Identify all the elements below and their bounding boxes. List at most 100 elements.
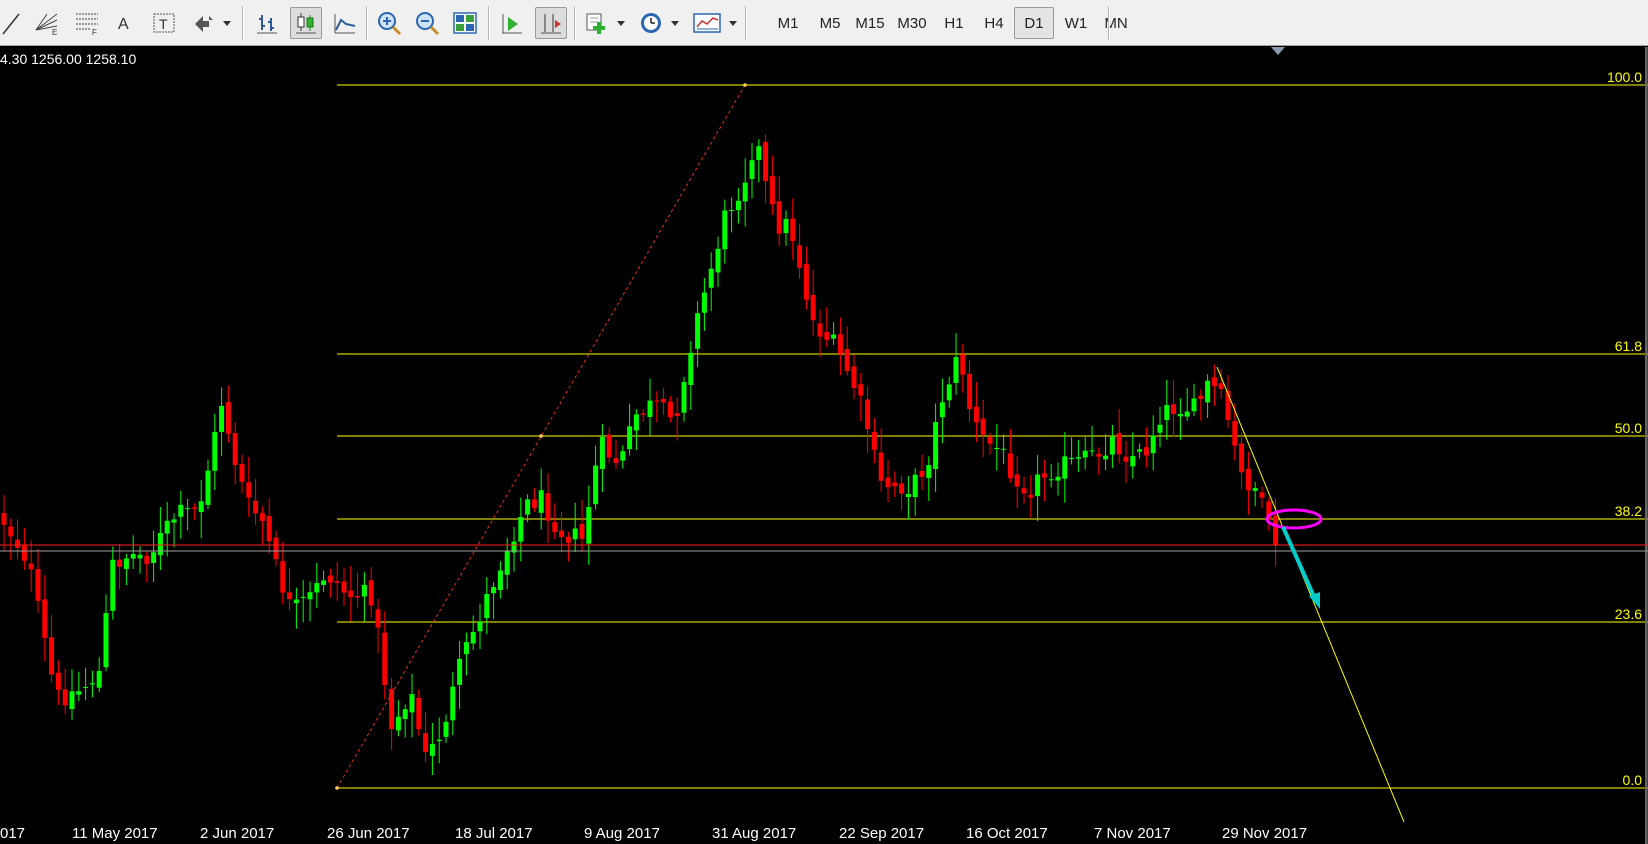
- candle-body: [851, 366, 857, 388]
- zoom-out-icon[interactable]: [412, 7, 442, 39]
- candle-body: [824, 332, 830, 340]
- candle-body: [531, 499, 537, 508]
- candle-body: [1041, 473, 1047, 478]
- candle-body: [21, 544, 27, 561]
- arrows-tool-icon[interactable]: [190, 7, 234, 39]
- candle-body: [103, 613, 109, 668]
- candle-body: [844, 349, 850, 372]
- date-tick-label: 18 Jul 2017: [455, 825, 533, 842]
- candle-body: [429, 744, 435, 756]
- candle-body: [865, 399, 871, 430]
- candle-body: [892, 482, 898, 487]
- timeframe-w1-button[interactable]: W1: [1056, 7, 1096, 39]
- candle-body: [695, 313, 701, 349]
- svg-text:F: F: [92, 28, 97, 36]
- candle-body: [1096, 453, 1102, 457]
- candle-body: [484, 594, 490, 618]
- candle-body: [518, 517, 524, 542]
- candle-body: [355, 596, 361, 598]
- candle-body: [49, 637, 55, 675]
- timeframe-h1-button[interactable]: H1: [934, 7, 974, 39]
- candle-body: [130, 553, 136, 559]
- zoom-in-icon[interactable]: [374, 7, 404, 39]
- chart-shift-icon[interactable]: [535, 7, 567, 39]
- candle-body: [246, 482, 252, 498]
- timeframe-m1-button[interactable]: M1: [768, 7, 808, 39]
- candle-body: [185, 508, 191, 510]
- candle-body: [552, 522, 558, 533]
- candle-body: [1048, 479, 1054, 481]
- line-chart-icon[interactable]: [330, 7, 360, 39]
- candle-body: [1109, 436, 1115, 455]
- fibonacci-tool-icon[interactable]: F: [72, 7, 102, 39]
- date-tick-label: 11 May 2017: [72, 825, 158, 842]
- candle-body: [1198, 395, 1204, 399]
- candle-body: [497, 570, 503, 590]
- tile-windows-icon[interactable]: [450, 7, 480, 39]
- autoscroll-icon[interactable]: [496, 7, 528, 39]
- candle-body: [368, 580, 374, 606]
- candlestick-chart-icon[interactable]: [290, 7, 322, 39]
- candle-body: [382, 632, 388, 685]
- text-label-tool-icon[interactable]: T: [150, 7, 178, 39]
- price-chart[interactable]: 100.0 61.8 50.0 38.2 23.6 0.0 4.30 1256.00 12…: [0, 47, 1648, 844]
- date-tick-label: 9 Aug 2017: [584, 825, 660, 842]
- candle-body: [96, 670, 102, 688]
- candle-body: [341, 581, 347, 593]
- candle-body: [769, 176, 775, 205]
- candle-body: [1232, 420, 1238, 446]
- date-tick-label: 017: [0, 825, 25, 842]
- svg-text:A: A: [118, 16, 129, 33]
- candle-body: [620, 451, 626, 461]
- timeframe-m30-button[interactable]: M30: [892, 7, 932, 39]
- candle-body: [960, 354, 966, 375]
- fibonacci-fan-tool-icon[interactable]: E: [32, 7, 62, 39]
- candle-body: [1245, 468, 1251, 491]
- candle-body: [817, 323, 823, 337]
- date-tick-label: 22 Sep 2017: [839, 825, 924, 842]
- candle-body: [1116, 433, 1122, 455]
- templates-icon[interactable]: [690, 7, 740, 39]
- candle-body: [409, 694, 415, 713]
- candle-body: [1001, 448, 1007, 450]
- candle-body: [395, 716, 401, 731]
- candle-body: [681, 382, 687, 413]
- candle-body: [1184, 411, 1190, 417]
- timeframe-mn-button[interactable]: MN: [1096, 7, 1136, 39]
- candle-body: [905, 494, 911, 497]
- candle-body: [137, 554, 143, 559]
- candle-body: [1123, 456, 1129, 462]
- candle-body: [1191, 398, 1197, 412]
- candle-body: [1273, 515, 1279, 546]
- timeframe-m15-button[interactable]: M15: [850, 7, 890, 39]
- periods-clock-icon[interactable]: [636, 7, 686, 39]
- candle-body: [76, 691, 82, 695]
- timeframe-m5-button[interactable]: M5: [810, 7, 850, 39]
- fib-level-label: 38.2: [1615, 503, 1642, 519]
- candle-body: [450, 686, 456, 721]
- candle-body: [790, 218, 796, 241]
- candle-body: [110, 559, 116, 611]
- candle-body: [1137, 449, 1143, 452]
- indicators-icon[interactable]: [582, 7, 630, 39]
- candle-body: [1035, 474, 1041, 497]
- candle-body: [15, 539, 21, 548]
- candle-body: [606, 434, 612, 458]
- candle-body: [83, 686, 89, 688]
- candle-body: [973, 406, 979, 423]
- bar-chart-icon[interactable]: [252, 7, 282, 39]
- candle-body: [89, 683, 95, 685]
- date-tick-label: 31 Aug 2017: [712, 825, 796, 842]
- candle-body: [259, 513, 265, 521]
- timeframe-h4-button[interactable]: H4: [974, 7, 1014, 39]
- candle-body: [810, 294, 816, 321]
- text-tool-icon[interactable]: A: [112, 7, 138, 39]
- candle-body: [878, 452, 884, 481]
- timeframe-d1-button[interactable]: D1: [1014, 7, 1054, 39]
- candle-body: [1069, 457, 1075, 460]
- candle-body: [613, 458, 619, 463]
- candle-body: [477, 621, 483, 632]
- candle-body: [1259, 492, 1265, 498]
- candle-body: [654, 400, 660, 402]
- trendline-tool-icon[interactable]: [0, 7, 22, 39]
